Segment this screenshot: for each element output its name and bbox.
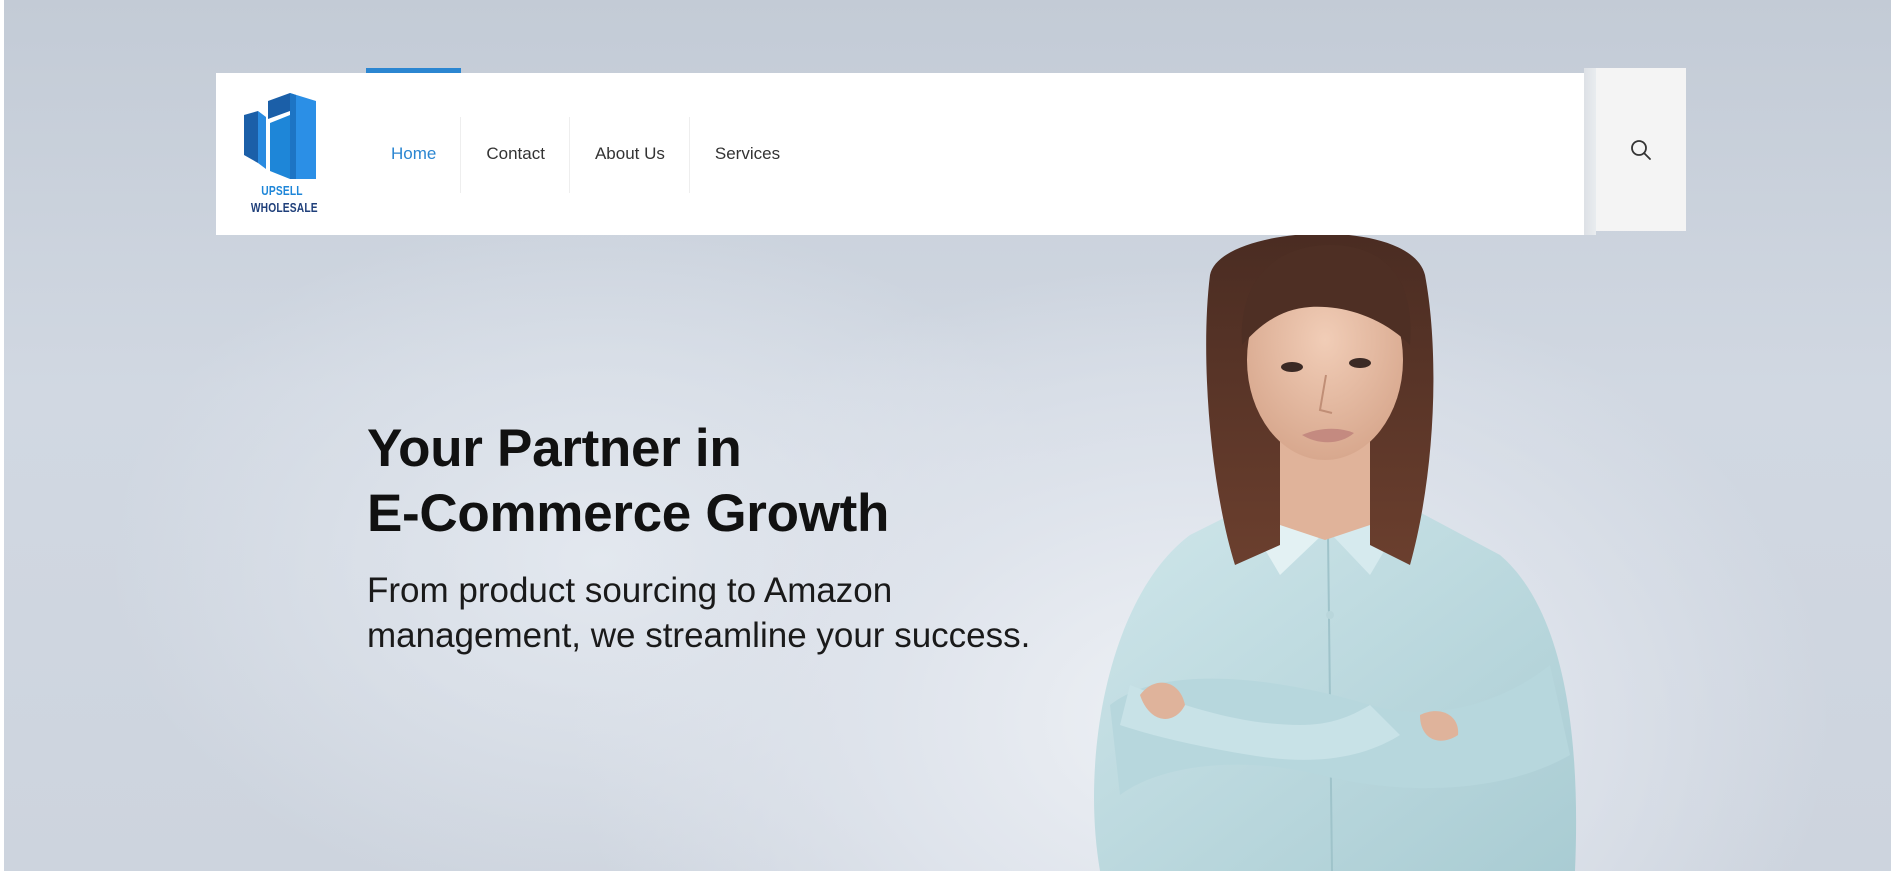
hero-title: Your Partner in E-Commerce Growth [367,416,889,546]
buildings-logo-icon [244,93,316,179]
hero-subtitle-line1: From product sourcing to Amazon [367,571,893,610]
brand-logo[interactable]: UPSELL WHOLESALE [244,93,320,219]
nav-item-services[interactable]: Services [690,73,805,235]
search-button[interactable] [1596,68,1686,231]
page-edge [0,0,4,871]
nav-item-home[interactable]: Home [366,68,462,235]
hero-subtitle-line2: management, we streamline your success. [367,616,1031,655]
main-nav: Home Contact About Us Services [366,68,805,235]
nav-item-label: Services [714,144,781,163]
search-icon [1631,139,1651,160]
search-box-shadow [1584,68,1596,235]
active-indicator [366,68,462,73]
hero-title-line2: E-Commerce Growth [367,484,890,543]
hero-title-line1: Your Partner in [367,419,742,478]
nav-item-label: About Us [594,144,665,163]
site-header: UPSELL WHOLESALE Home Contact About Us S… [216,68,1584,235]
nav-item-about-us[interactable]: About Us [570,73,690,235]
hero-subtitle: From product sourcing to Amazon manageme… [367,568,1127,658]
nav-item-contact[interactable]: Contact [461,73,570,235]
landing-page: UPSELL WHOLESALE Home Contact About Us S… [0,0,1891,871]
hero-person-image [1094,235,1577,871]
brand-name-line1: UPSELL [261,184,303,198]
nav-item-label: Contact [486,144,545,163]
brand-name-line2: WHOLESALE [250,201,318,215]
nav-item-label: Home [391,144,437,163]
